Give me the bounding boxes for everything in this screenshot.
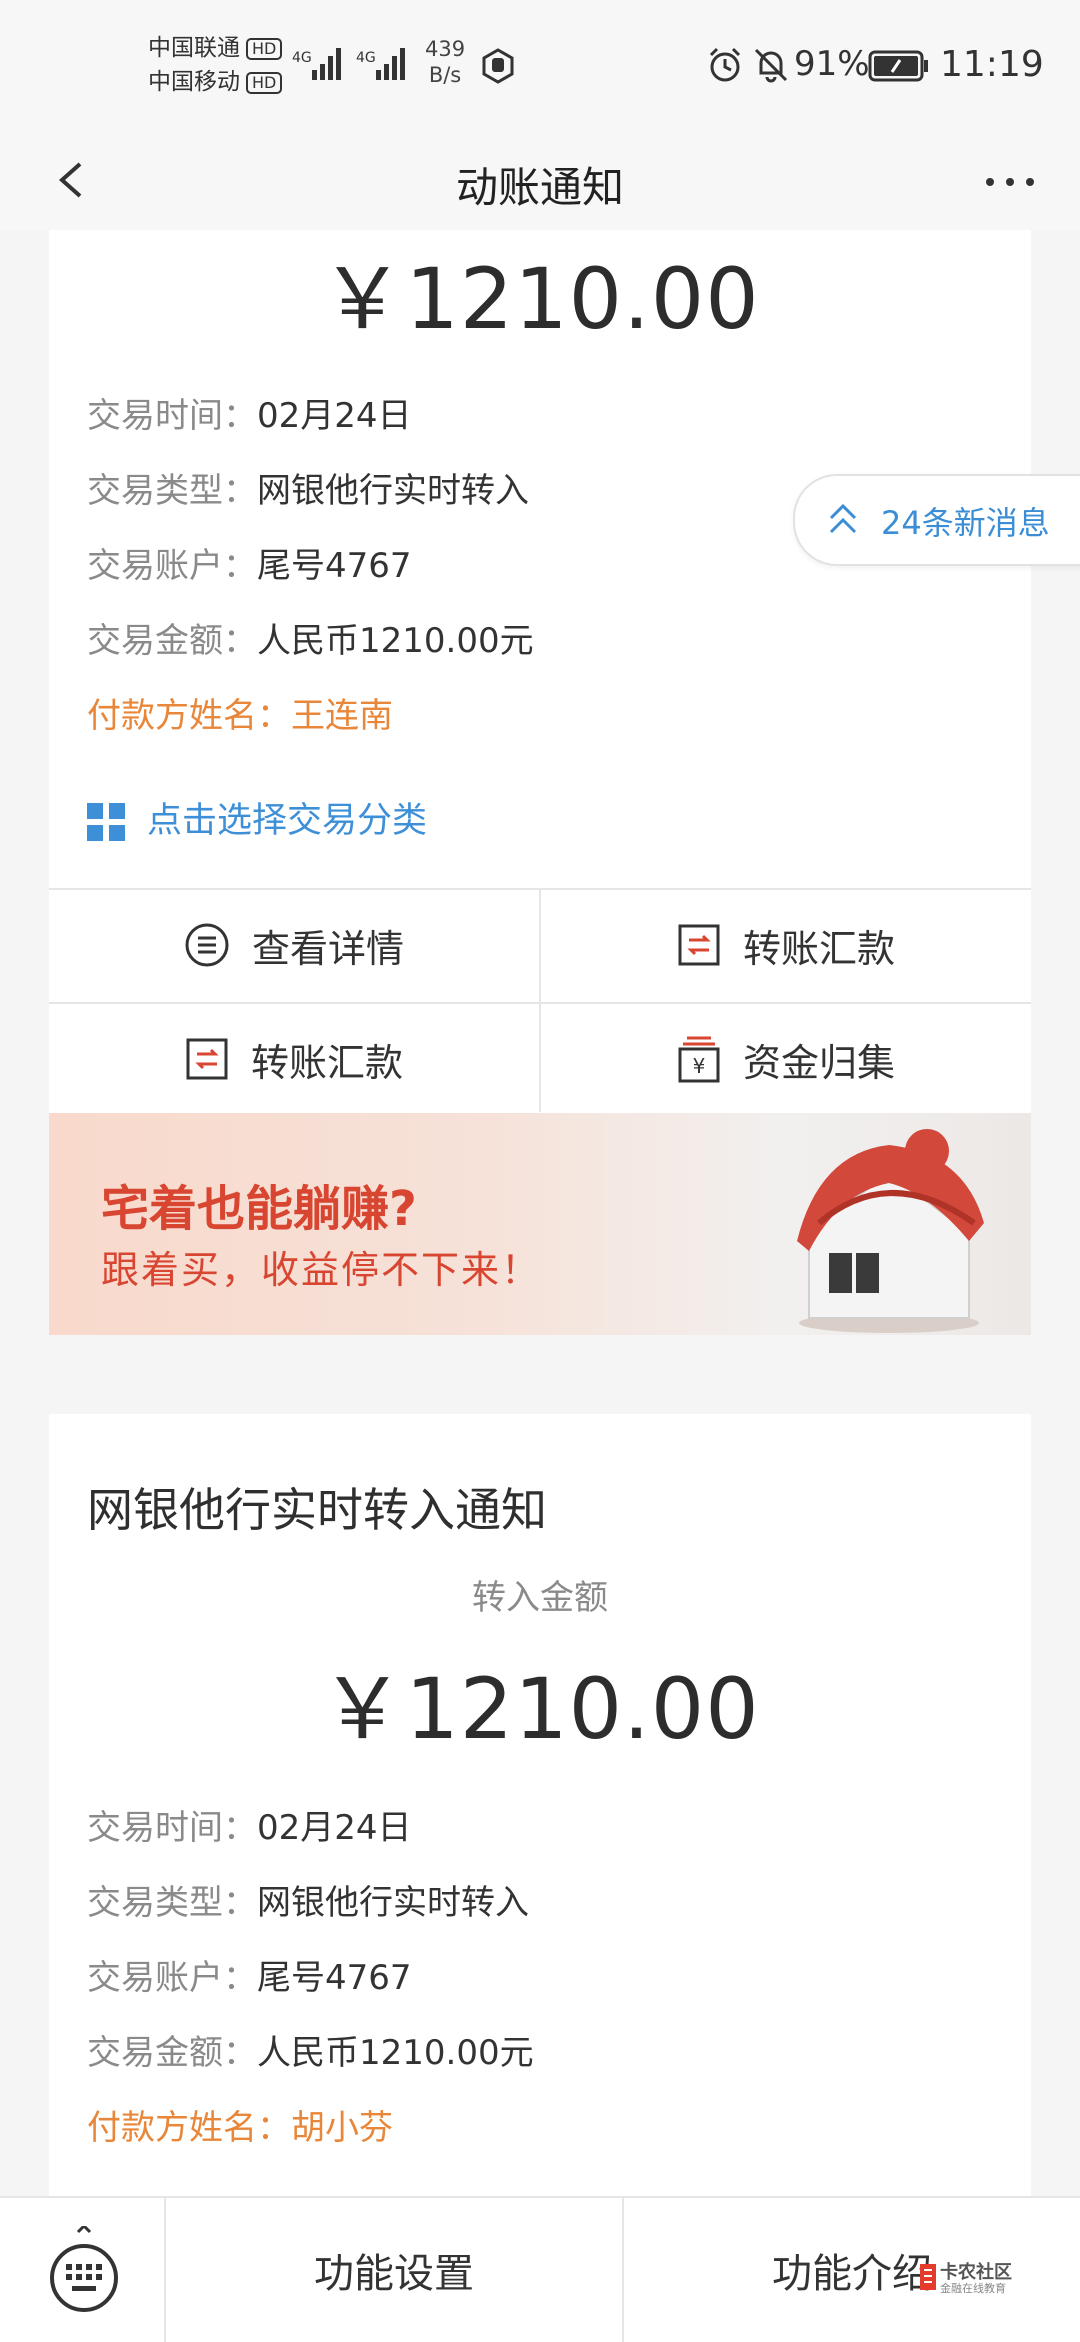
amount-label: 转入金额 [472,1578,608,1618]
carrier-1: 中国联通 HD [148,34,283,62]
transfer-icon [186,1038,228,1080]
svg-text:4G: 4G [292,50,312,66]
detail-row: 交易时间：02月24日 [87,1808,412,1848]
new-messages-button[interactable]: 24条新消息 [793,474,1080,566]
keyboard-toggle[interactable] [0,2198,166,2342]
watermark: 卡农社区 金融在线教育 [918,2258,1036,2298]
more-icon[interactable] [980,152,1040,212]
promo-banner[interactable]: 宅着也能躺赚? 跟着买，收益停不下来！ [49,1113,1031,1335]
svg-text:¥: ¥ [693,1054,706,1078]
signal-icon: 4G [292,48,341,80]
alarm-icon [709,47,741,82]
detail-row: 交易时间：02月24日 [87,396,412,436]
clock: 11:19 [940,44,1044,85]
grid-icon [87,803,125,841]
fund-collection-button[interactable]: ¥ 资金归集 [541,1004,1031,1114]
detail-row: 交易金额：人民币1210.00元 [87,621,534,661]
battery-icon [868,50,928,82]
battery-percent: 91% [794,44,870,84]
detail-row: 交易账户：尾号4767 [87,546,412,586]
detail-row: 交易金额：人民币1210.00元 [87,2033,534,2073]
banner-subtitle: 跟着买，收益停不下来！ [101,1248,542,1292]
detail-row: 交易类型：网银他行实时转入 [87,1883,529,1923]
notification-card-1: ￥1210.00 交易时间：02月24日 交易类型：网银他行实时转入 交易账户：… [49,230,1031,1335]
card-title: 网银他行实时转入通知 [87,1483,547,1537]
status-bar: 中国联通 HD 中国移动 HD 4G 4G 439 B/s 91% 11:19 [0,0,1080,132]
double-chevron-up-icon [829,503,857,534]
amount: ￥1210.00 [320,250,760,348]
payer-row: 付款方姓名：王连南 [87,696,393,736]
transfer-button[interactable]: 转账汇款 [541,890,1031,1000]
amount: ￥1210.00 [320,1660,760,1758]
banner-title: 宅着也能躺赚? [101,1181,417,1237]
detail-row: 交易账户：尾号4767 [87,1958,412,1998]
network-speed: 439 B/s [425,37,466,87]
action-grid: 查看详情 转账汇款 转账汇款 ¥ 资金归集 [49,888,1031,1112]
classify-transaction-link[interactable]: 点击选择交易分类 [87,792,427,843]
svg-text:4G: 4G [356,50,376,66]
page-title: 动账通知 [455,163,624,212]
signal-icon-2: 4G [356,48,405,80]
mute-bell-icon [754,48,788,83]
nav-header: 动账通知 [0,132,1080,230]
fund-collection-icon: ¥ [678,1036,720,1083]
notification-card-2: 网银他行实时转入通知 转入金额 ￥1210.00 交易时间：02月24日 交易类… [49,1414,1031,2196]
keyboard-icon [50,2226,118,2312]
function-settings-tab[interactable]: 功能设置 [166,2198,624,2342]
watermark-logo-icon [920,2264,936,2290]
hand-icon [482,48,514,84]
detail-row: 交易类型：网银他行实时转入 [87,471,529,511]
payer-row: 付款方姓名：胡小芬 [87,2108,393,2148]
transfer-button-2[interactable]: 转账汇款 [49,1004,539,1114]
carrier-2: 中国移动 HD [148,68,283,96]
list-icon [185,923,229,967]
transfer-icon [678,924,720,966]
house-with-hat-image [797,1129,984,1333]
view-details-button[interactable]: 查看详情 [49,890,539,1000]
